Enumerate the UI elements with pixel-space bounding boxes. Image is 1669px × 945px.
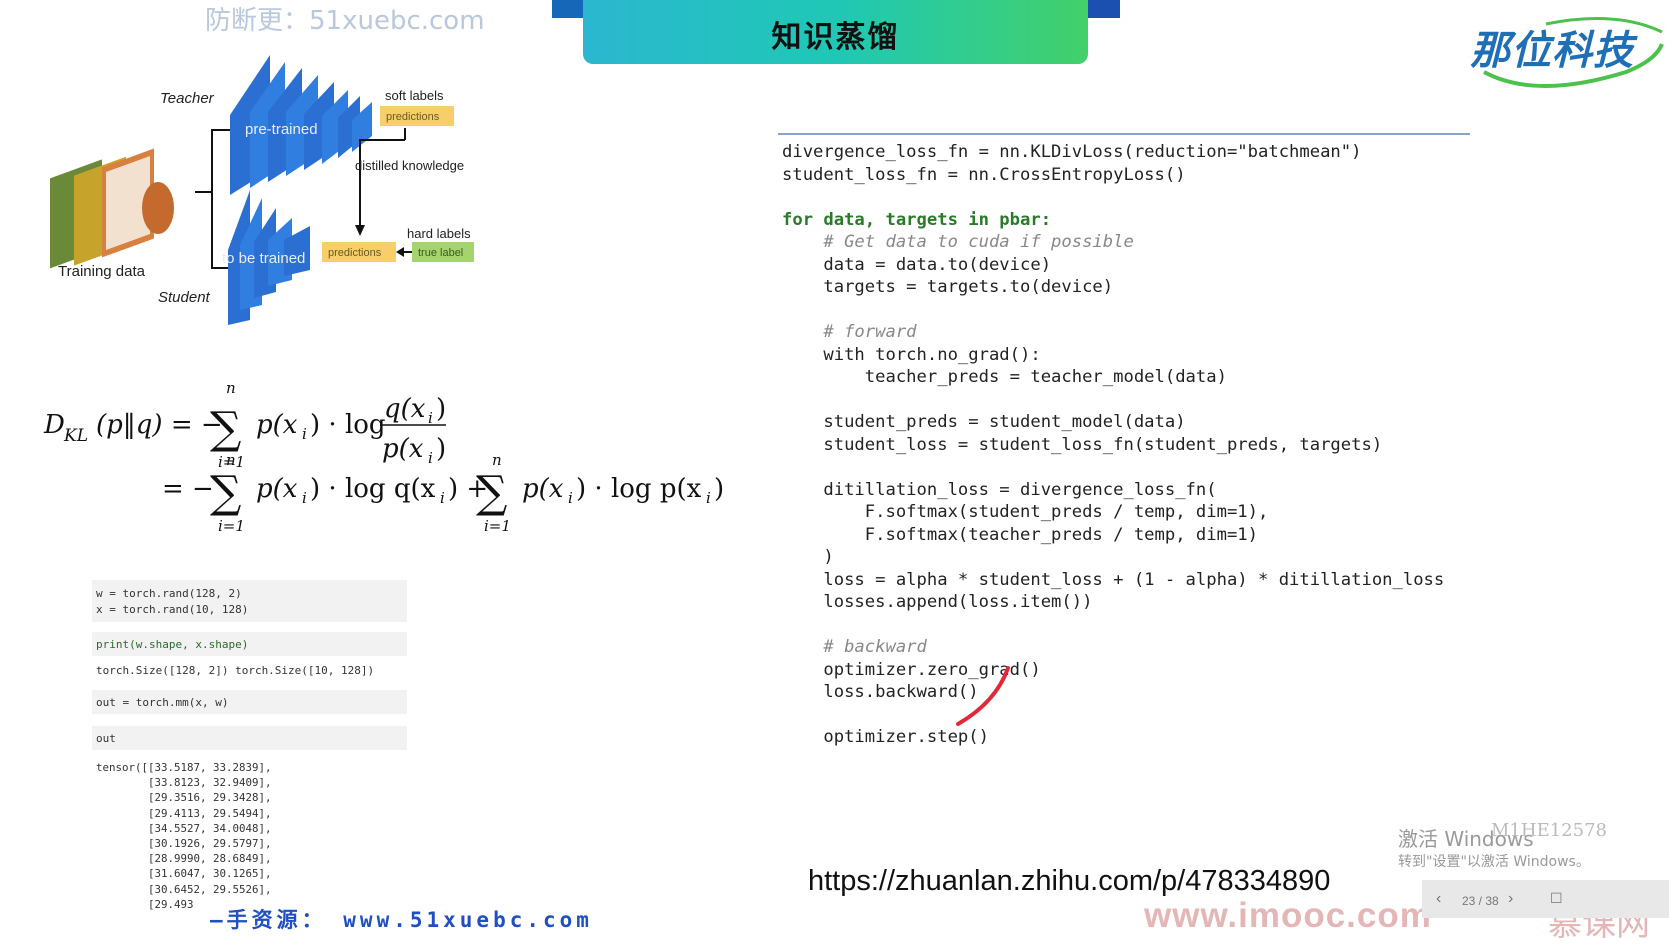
line2-term1-log: ) · log q(x	[310, 474, 436, 504]
svg-text:): )	[436, 394, 446, 424]
distilled-knowledge-label: distilled knowledge	[355, 158, 464, 173]
term1: p(x	[256, 410, 298, 440]
prev-page-icon[interactable]: ‹	[1436, 890, 1441, 908]
code-line: F.softmax(student_preds / temp, dim=1),	[782, 502, 1269, 522]
watermark-top: 防断更：51xuebc.com	[205, 6, 485, 36]
code-divider	[778, 133, 1470, 135]
svg-text:): )	[436, 434, 446, 464]
banner-corner-right	[1084, 0, 1120, 18]
cell4-code: out	[96, 732, 116, 745]
reference-url[interactable]: https://zhuanlan.zhihu.com/p/478334890	[808, 865, 1330, 898]
student-label: Student	[158, 289, 211, 306]
annotation-stroke	[956, 666, 1010, 726]
slide-title: 知识蒸馏	[771, 20, 900, 55]
hard-labels-label: hard labels	[407, 226, 471, 241]
code-line: )	[782, 547, 834, 567]
training-data-label: Training data	[58, 263, 146, 280]
code-line: student_loss_fn = nn.CrossEntropyLoss()	[782, 164, 1186, 185]
svg-text:∑: ∑	[476, 467, 507, 518]
next-page-icon[interactable]: ›	[1508, 890, 1513, 908]
code-line: loss = alpha * student_loss + (1 - alpha…	[782, 569, 1445, 590]
page-indicator: 23 / 38	[1462, 894, 1499, 908]
frac-den: p(x	[382, 434, 424, 464]
predictions-top-label: predictions	[386, 111, 440, 123]
tensor-output: tensor([[33.5187, 33.2839], [33.8123, 32…	[96, 761, 272, 911]
term1-log: ) · log	[310, 410, 386, 440]
svg-text:i=1: i=1	[218, 517, 245, 535]
sum1-sigma: ∑	[210, 403, 241, 454]
code-comment: # backward	[782, 637, 927, 657]
player-controls: ‹ 23 / 38 › ☐	[1422, 880, 1669, 918]
predictions-bottom-label: predictions	[328, 247, 382, 259]
line2-term1: p(x	[256, 474, 298, 504]
svg-text:i: i	[302, 489, 307, 507]
imooc-watermark: www.imooc.com	[1144, 896, 1432, 935]
code-line: with torch.no_grad():	[782, 344, 1041, 365]
code-line: ditillation_loss = divergence_loss_fn(	[782, 479, 1217, 500]
kl-formula: D KL (p‖q) = − n ∑ i=1 p(x i ) · log q(x…	[43, 385, 724, 535]
cell1-line2: x = torch.rand(10, 128)	[96, 603, 249, 616]
cell3-code: out = torch.mm(x, w)	[96, 696, 229, 709]
code-line: student_loss = student_loss_fn(student_p…	[782, 434, 1383, 455]
true-label-text: true label	[418, 247, 463, 259]
to-be-trained-label: to be trained	[222, 250, 305, 267]
cell2-output: torch.Size([128, 2]) torch.Size([10, 128…	[96, 664, 375, 677]
distillation-diagram: pre-trained to be trained Teacher Studen…	[50, 55, 474, 325]
training-images	[50, 148, 174, 269]
code-line: teacher_preds = teacher_model(data)	[782, 367, 1227, 387]
formula-args: (p‖q) = −	[96, 410, 223, 440]
line2-term2-log: ) · log p(x	[576, 474, 702, 504]
activate-windows-hint: 转到"设置"以激活 Windows。	[1398, 854, 1590, 870]
code-comment: # forward	[782, 322, 917, 342]
company-logo: 那位科技	[1470, 28, 1634, 74]
banner-corner-left	[552, 0, 586, 18]
frac-num: q(x	[384, 394, 426, 424]
code-line: for data, targets in pbar:	[782, 209, 1052, 230]
svg-text:): )	[714, 474, 724, 504]
watermark-bottom: —手资源： www.51xuebc.com	[210, 908, 593, 932]
notebook-cell-4	[92, 726, 407, 750]
svg-text:i=1: i=1	[484, 517, 511, 535]
svg-text:i: i	[706, 489, 711, 507]
svg-text:∑: ∑	[210, 467, 241, 518]
line2-term2: p(x	[522, 474, 564, 504]
formula-subscript: KL	[63, 426, 88, 446]
svg-text:i: i	[302, 425, 307, 443]
cell1-line1: w = torch.rand(128, 2)	[96, 587, 242, 600]
user-id-watermark: M1HE12578	[1491, 820, 1607, 841]
code-comment: # Get data to cuda if possible	[782, 232, 1134, 252]
pretrained-label: pre-trained	[245, 121, 318, 138]
svg-text:i: i	[440, 489, 445, 507]
soft-labels-label: soft labels	[385, 88, 444, 103]
sum1-top: n	[226, 385, 236, 397]
teacher-label: Teacher	[160, 90, 215, 107]
cell2-code: print(w.shape, x.shape)	[96, 638, 249, 651]
code-block: divergence_loss_fn = nn.KLDivLoss(reduct…	[782, 141, 1444, 749]
code-line: data = data.to(device)	[782, 254, 1052, 275]
formula-lhs: D	[43, 410, 65, 440]
fullscreen-icon[interactable]: ☐	[1550, 890, 1563, 907]
svg-text:i: i	[568, 489, 573, 507]
code-line: targets = targets.to(device)	[782, 277, 1114, 297]
code-line: student_preds = student_model(data)	[782, 412, 1186, 432]
code-line: F.softmax(teacher_preds / temp, dim=1)	[782, 524, 1258, 545]
code-line: divergence_loss_fn = nn.KLDivLoss(reduct…	[782, 142, 1362, 162]
line2-eq: = −	[162, 474, 214, 504]
svg-text:i: i	[428, 449, 433, 467]
code-line: losses.append(loss.item())	[782, 592, 1093, 612]
